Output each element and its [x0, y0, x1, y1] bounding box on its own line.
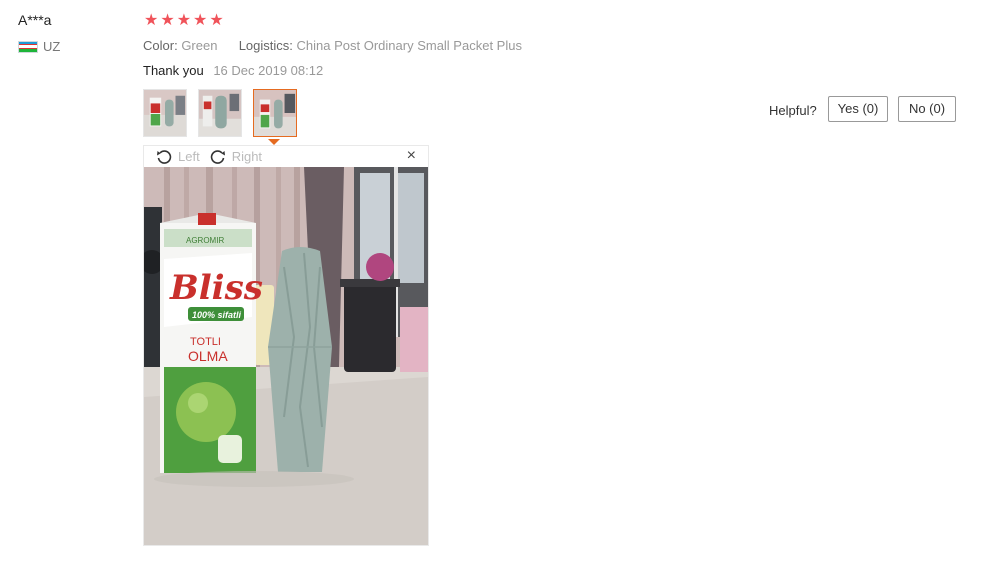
star-icon: ★: [193, 12, 208, 29]
color-label: Color:: [143, 38, 178, 53]
review-photo-large: AGROMIR Bliss 100% sifatli TOTLI OLMA: [144, 167, 428, 545]
rotate-left-button[interactable]: Left: [156, 149, 200, 165]
star-icon: ★: [144, 12, 159, 29]
rotate-left-icon: [157, 149, 172, 164]
rotate-left-label: Left: [178, 149, 200, 164]
carton-brand-label: Bliss: [169, 268, 263, 308]
carton-flavor-line-2: OLMA: [188, 348, 228, 364]
reviewer-country: UZ: [18, 39, 60, 54]
rotate-right-button[interactable]: Right: [210, 149, 262, 165]
logistics-label: Logistics:: [238, 38, 293, 53]
carton-flavor-line-1: TOTLI: [190, 336, 221, 348]
rotate-right-label: Right: [231, 149, 263, 164]
reviewer-name: A***a: [18, 12, 52, 28]
rotate-right-icon: [210, 149, 225, 164]
helpful-no-button[interactable]: No (0): [898, 96, 956, 122]
star-icon: ★: [209, 12, 224, 29]
review-photo-thumbnail[interactable]: [198, 89, 242, 137]
carton-tagline-label: 100% sifatli: [192, 310, 242, 320]
helpful-yes-button[interactable]: Yes (0): [828, 96, 888, 122]
review-date: 16 Dec 2019 08:12: [213, 63, 324, 78]
country-code: UZ: [43, 39, 61, 54]
color-value: Green: [181, 38, 218, 53]
logistics-value: China Post Ordinary Small Packet Plus: [296, 38, 522, 53]
review-photo-thumbnails: [143, 89, 297, 137]
helpful-label: Helpful?: [769, 103, 817, 118]
close-viewer-icon[interactable]: ×: [407, 147, 416, 165]
carton-top-label: AGROMIR: [186, 236, 224, 245]
review-feedback: Thank you 16 Dec 2019 08:12: [143, 63, 323, 78]
order-attributes: Color: Green Logistics: China Post Ordin…: [143, 38, 522, 53]
star-icon: ★: [176, 12, 192, 29]
review-photo-thumbnail-active[interactable]: [253, 89, 297, 137]
uz-flag-icon: [18, 40, 38, 53]
photo-viewer-toolbar: Left Right ×: [144, 146, 428, 167]
rating-stars: ★ ★ ★ ★ ★: [144, 12, 224, 30]
star-icon: ★: [160, 12, 175, 29]
photo-viewer: Left Right × AGROMIR Bliss 100% sifatli …: [143, 145, 429, 546]
feedback-text: Thank you: [143, 63, 204, 78]
review-photo-thumbnail[interactable]: [143, 89, 187, 137]
